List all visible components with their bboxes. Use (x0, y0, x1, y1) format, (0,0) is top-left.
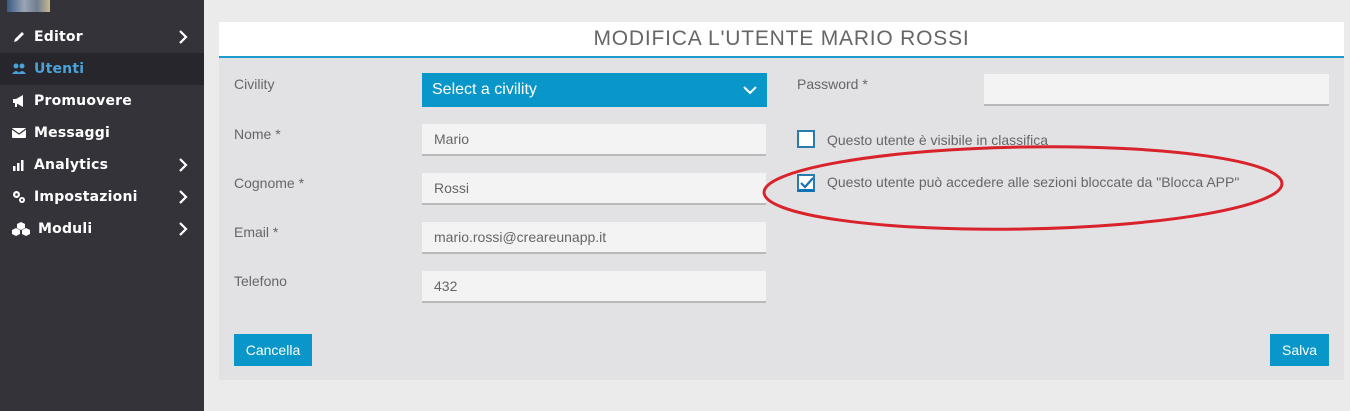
sidebar-item-label: Analytics (34, 157, 109, 173)
civility-select-value: Select a civility (432, 81, 537, 98)
chevron-right-icon (174, 220, 192, 238)
chevron-down-icon (743, 86, 757, 95)
chevron-right-icon (174, 188, 192, 206)
megaphone-icon (12, 94, 26, 108)
civility-select[interactable]: Select a civility (422, 73, 767, 107)
sidebar-item-label: Utenti (34, 61, 85, 77)
sidebar-item-label: Messaggi (34, 125, 110, 141)
pencil-icon (12, 30, 26, 44)
page-title: MODIFICA L'UTENTE MARIO ROSSI (593, 27, 970, 50)
telefono-label: Telefono (234, 273, 287, 289)
bar-chart-icon (12, 158, 26, 172)
chevron-right-icon (174, 28, 192, 46)
sidebar-item-label: Moduli (38, 221, 93, 237)
sidebar-item-moduli[interactable]: Moduli (0, 213, 204, 245)
nome-field[interactable]: Mario (422, 124, 766, 156)
email-label: Email * (234, 224, 279, 240)
users-icon (12, 62, 26, 76)
cancel-button[interactable]: Cancella (234, 334, 312, 366)
annotation-ellipse (762, 145, 1284, 231)
sidebar-item-label: Editor (34, 29, 83, 45)
sidebar-item-editor[interactable]: Editor (0, 21, 204, 53)
title-bar: MODIFICA L'UTENTE MARIO ROSSI (219, 22, 1344, 58)
sidebar-item-promuovere[interactable]: Promuovere (0, 85, 204, 117)
email-field[interactable]: mario.rossi@creareunapp.it (422, 222, 766, 254)
cubes-icon (12, 222, 30, 236)
sidebar-item-utenti[interactable]: Utenti (0, 53, 204, 85)
sidebar: Editor Utenti Promuovere Messaggi Analyt… (0, 0, 204, 411)
sidebar-item-label: Impostazioni (34, 189, 138, 205)
envelope-icon (11, 126, 27, 140)
sidebar-item-label: Promuovere (34, 93, 132, 109)
gears-icon (12, 190, 26, 204)
sidebar-item-analytics[interactable]: Analytics (0, 149, 204, 181)
password-field[interactable] (984, 74, 1329, 106)
telefono-field[interactable]: 432 (422, 271, 766, 303)
civility-label: Civility (234, 76, 275, 92)
nome-label: Nome * (234, 126, 281, 142)
chevron-right-icon (174, 156, 192, 174)
sidebar-item-messaggi[interactable]: Messaggi (0, 117, 204, 149)
cognome-field[interactable]: Rossi (422, 173, 766, 205)
sidebar-item-impostazioni[interactable]: Impostazioni (0, 181, 204, 213)
avatar (7, 0, 50, 12)
save-button[interactable]: Salva (1270, 334, 1329, 366)
cognome-label: Cognome * (234, 175, 305, 191)
password-label: Password * (797, 76, 868, 92)
